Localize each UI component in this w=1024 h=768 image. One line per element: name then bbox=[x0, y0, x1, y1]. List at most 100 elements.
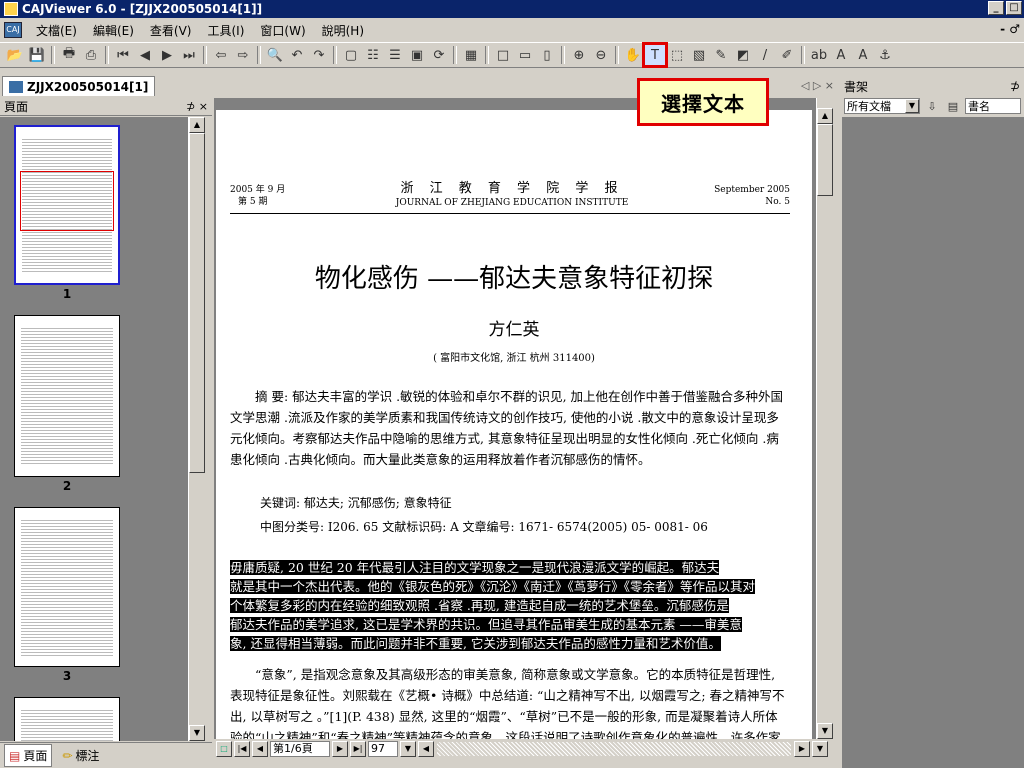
facing-page-icon[interactable]: ☰ bbox=[385, 45, 405, 65]
pen-icon[interactable]: / bbox=[755, 45, 775, 65]
pages-tab[interactable]: ▤ 頁面 bbox=[4, 744, 53, 767]
highlighter-icon[interactable]: ✐ bbox=[777, 45, 797, 65]
menu-edit[interactable]: 編輯(E) bbox=[85, 22, 142, 39]
view-mode-icon[interactable]: □ bbox=[216, 741, 232, 757]
rotate-icon[interactable]: ⟳ bbox=[429, 45, 449, 65]
import-icon[interactable]: ⇩ bbox=[924, 98, 940, 114]
snapshot-icon[interactable]: ◩ bbox=[733, 45, 753, 65]
document-scrollbar[interactable]: ▲ ▼ bbox=[816, 98, 833, 739]
anchor-icon[interactable]: ⚓ bbox=[875, 45, 895, 65]
back-icon[interactable]: ⇦ bbox=[211, 45, 231, 65]
menu-document[interactable]: 文檔(E) bbox=[28, 22, 85, 39]
split-view-icon[interactable]: ▣ bbox=[407, 45, 427, 65]
scroll-corner-icon[interactable]: ▼ bbox=[812, 741, 828, 757]
page-thumbnail[interactable] bbox=[14, 507, 120, 667]
document-view[interactable]: 2005 年 9 月 第 5 期 浙 江 教 育 学 院 学 报 JOURNAL… bbox=[214, 98, 816, 739]
menu-help[interactable]: 說明(H) bbox=[314, 22, 372, 39]
scroll-right-icon[interactable]: ▶ bbox=[794, 741, 810, 757]
actual-size-icon[interactable]: □ bbox=[493, 45, 513, 65]
next-page-icon[interactable]: ▶ bbox=[157, 45, 177, 65]
spell-check-icon[interactable]: ab bbox=[809, 45, 829, 65]
prev-page-button[interactable]: ◀ bbox=[252, 741, 268, 757]
article-author[interactable]: 方仁英 bbox=[216, 315, 812, 340]
selected-line[interactable]: 就是其中一个杰出代表。他的《银灰色的死》《沉沦》《南迁》《茑萝行》《零余者》等作… bbox=[230, 579, 756, 594]
selected-line[interactable]: 个体繁复多彩的内在经验的细致观照 .省察 .再现, 建造起自成一统的艺术堡垒。沉… bbox=[230, 598, 729, 613]
article-abstract[interactable]: 摘 要: 郁达夫丰富的学识 .敏锐的体验和卓尔不群的识见, 加上他在创作中善于借… bbox=[230, 386, 790, 470]
page-number-field[interactable]: 第1/6頁 bbox=[270, 741, 330, 757]
thumbnail-scrollbar[interactable]: ▲ ▼ bbox=[188, 117, 205, 741]
next-page-button[interactable]: ▶ bbox=[332, 741, 348, 757]
fit-page-icon[interactable]: ▭ bbox=[515, 45, 535, 65]
select-image-icon[interactable]: ▧ bbox=[689, 45, 709, 65]
left-panel-controls[interactable]: ⊅ × bbox=[186, 100, 208, 113]
zoom-field[interactable]: 97 bbox=[368, 741, 398, 757]
article-classification[interactable]: 中图分类号: I206. 65 文献标识码: A 文章编号: 1671- 657… bbox=[260, 518, 708, 535]
tab-nav-controls[interactable]: ◁ ▷ × bbox=[801, 79, 834, 92]
forward-icon[interactable]: ⇨ bbox=[233, 45, 253, 65]
view-area-indicator[interactable] bbox=[20, 171, 114, 231]
article-keywords[interactable]: 关键词: 郁达夫; 沉郁感伤; 意象特征 bbox=[260, 494, 452, 511]
column-header[interactable]: 書名 bbox=[965, 98, 1021, 114]
open-folder-icon[interactable]: 📂 bbox=[5, 45, 25, 65]
single-page-icon[interactable]: ▢ bbox=[341, 45, 361, 65]
scroll-down-icon[interactable]: ▼ bbox=[817, 723, 833, 739]
prev-page-icon[interactable]: ◀ bbox=[135, 45, 155, 65]
mdi-window-controls[interactable]: - ♂ bbox=[1000, 22, 1020, 36]
page-thumbnail[interactable] bbox=[14, 315, 120, 477]
save-icon[interactable]: 💾 bbox=[27, 45, 47, 65]
selected-line[interactable]: 象, 还显得相当薄弱。而此问题并非不重要, 它关涉到郁达夫作品的感性力量和艺术价… bbox=[230, 636, 721, 651]
first-page-button[interactable]: |◀ bbox=[234, 741, 250, 757]
hand-tool-icon[interactable]: ✋ bbox=[623, 45, 643, 65]
folder-icon[interactable]: ▤ bbox=[945, 98, 961, 114]
scroll-left-icon[interactable]: ◀ bbox=[418, 741, 434, 757]
article-affiliation[interactable]: ( 富阳市文化馆, 浙江 杭州 311400) bbox=[216, 349, 812, 364]
scroll-down-icon[interactable]: ▼ bbox=[189, 725, 205, 741]
print-preview-icon[interactable]: ⎙ bbox=[81, 45, 101, 65]
menu-view[interactable]: 查看(V) bbox=[142, 22, 200, 39]
find-icon[interactable]: 🔍 bbox=[265, 45, 285, 65]
pin-icon[interactable]: ⊅ bbox=[1010, 79, 1020, 93]
scroll-thumb[interactable] bbox=[189, 133, 205, 473]
text-color-icon[interactable]: A bbox=[831, 45, 851, 65]
notes-tab[interactable]: ✏ 標注 bbox=[58, 745, 103, 766]
bookshelf-filter-select[interactable]: 所有文檔 ▼ bbox=[844, 98, 920, 114]
menu-window[interactable]: 窗口(W) bbox=[252, 22, 313, 39]
scroll-up-icon[interactable]: ▲ bbox=[817, 108, 833, 124]
select-region-icon[interactable]: ⬚ bbox=[667, 45, 687, 65]
redo-icon[interactable]: ↷ bbox=[309, 45, 329, 65]
underline-icon[interactable]: A bbox=[853, 45, 873, 65]
article-body[interactable]: “意象”, 是指观念意象及其高级形态的审美意象, 简称意象或文学意象。它的本质特… bbox=[230, 664, 790, 739]
article-title[interactable]: 物化感伤 ——郁达夫意象特征初探 bbox=[216, 258, 812, 295]
fullscreen-icon[interactable]: ▦ bbox=[461, 45, 481, 65]
select-text-icon[interactable]: T bbox=[642, 42, 668, 68]
page-thumbnail[interactable] bbox=[14, 697, 120, 741]
zoom-dropdown-icon[interactable]: ▼ bbox=[400, 741, 416, 757]
scroll-thumb[interactable] bbox=[817, 124, 833, 196]
maximize-button[interactable]: □ bbox=[1006, 1, 1022, 15]
page-number: 3 bbox=[62, 669, 72, 683]
document-page[interactable]: 2005 年 9 月 第 5 期 浙 江 教 育 学 院 学 报 JOURNAL… bbox=[216, 110, 812, 739]
undo-icon[interactable]: ↶ bbox=[287, 45, 307, 65]
last-page-button[interactable]: ▶| bbox=[350, 741, 366, 757]
menu-tools[interactable]: 工具(I) bbox=[199, 22, 252, 39]
first-page-icon[interactable]: ⏮ bbox=[113, 45, 133, 65]
selected-text-block[interactable]: 毋庸质疑, 20 世纪 20 年代最引人注目的文学现象之一是现代浪漫派文学的崛起… bbox=[230, 558, 790, 653]
continuous-page-icon[interactable]: ☷ bbox=[363, 45, 383, 65]
toolbar-separator bbox=[333, 46, 337, 64]
minimize-button[interactable]: _ bbox=[988, 1, 1004, 15]
zoom-out-icon[interactable]: ⊖ bbox=[591, 45, 611, 65]
print-icon[interactable]: 🖶 bbox=[59, 45, 79, 65]
bookshelf-list[interactable] bbox=[842, 117, 1024, 768]
fit-width-icon[interactable]: ▯ bbox=[537, 45, 557, 65]
scroll-up-icon[interactable]: ▲ bbox=[189, 117, 205, 133]
zoom-in-icon[interactable]: ⊕ bbox=[569, 45, 589, 65]
document-tab[interactable]: ZJJX200505014[1] bbox=[2, 76, 156, 96]
chevron-down-icon[interactable]: ▼ bbox=[905, 99, 919, 113]
selected-line[interactable]: 毋庸质疑, 20 世纪 20 年代最引人注目的文学现象之一是现代浪漫派文学的崛起… bbox=[230, 560, 720, 575]
ocr-icon[interactable]: ✎ bbox=[711, 45, 731, 65]
selected-line[interactable]: 郁达夫作品的美学追求, 这已是学术界的共识。但追寻其作品审美生成的基本元素 ——… bbox=[230, 617, 742, 632]
document-icon[interactable]: CAJ bbox=[4, 22, 22, 38]
horizontal-scroll-track[interactable] bbox=[436, 741, 792, 757]
page-thumbnail[interactable] bbox=[14, 125, 120, 285]
last-page-icon[interactable]: ⏭ bbox=[179, 45, 199, 65]
